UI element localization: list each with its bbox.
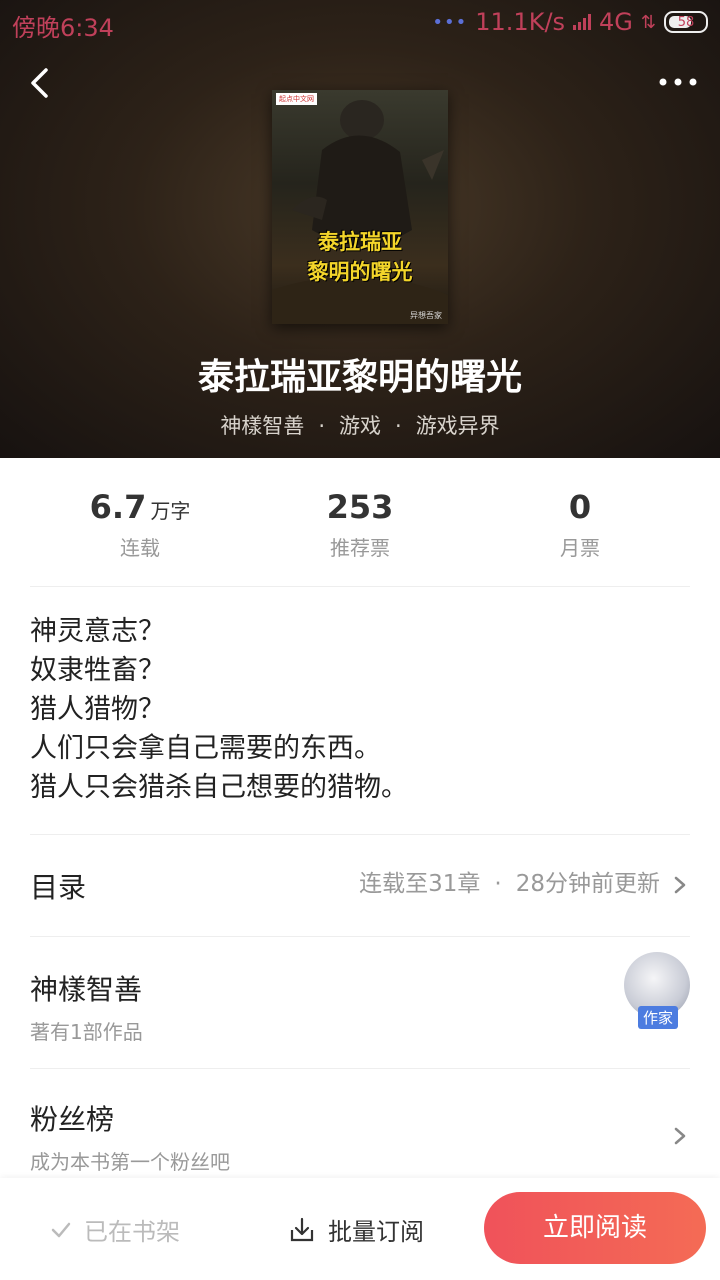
catalog-separator: · (494, 871, 502, 897)
cover-title-line1: 泰拉瑞亚 (318, 229, 402, 254)
battery-icon: 58 (664, 11, 708, 33)
back-icon (31, 68, 48, 98)
book-intro[interactable]: 神灵意志？ 奴隶牲畜？ 猎人猎物？ 人们只会拿自己需要的东西。 猎人只会猎杀自己… (30, 612, 690, 807)
stat-label: 月票 (560, 536, 600, 560)
intro-line: 奴隶牲畜？ (30, 655, 165, 686)
stat-value: 6.7 (89, 488, 147, 526)
network-speed: 11.1K/s (475, 8, 566, 36)
chevron-right-icon (674, 1127, 686, 1145)
divider (30, 1068, 690, 1069)
in-shelf-button[interactable]: 已在书架 (50, 1212, 180, 1247)
status-bar: 傍晚6:34 ••• 11.1K/s 4G ⇅ 58 (0, 0, 720, 46)
intro-line: 猎人猎物？ (30, 694, 165, 725)
more-button[interactable] (658, 70, 698, 94)
stat-value: 0 (568, 488, 592, 526)
meta-separator: · (395, 414, 402, 438)
more-dots-icon: ••• (432, 11, 468, 33)
stat-label: 连载 (120, 536, 160, 560)
divider (30, 834, 690, 835)
back-button[interactable] (24, 66, 58, 100)
more-icon (659, 78, 697, 86)
divider (30, 936, 690, 937)
download-icon (290, 1217, 314, 1241)
chevron-right-icon (674, 876, 686, 894)
catalog-info: 连载至31章 · 28分钟前更新 (359, 866, 660, 902)
status-time: 傍晚6:34 (12, 14, 114, 42)
shelf-label: 已在书架 (84, 1218, 180, 1246)
stat-unit: 万字 (150, 499, 191, 523)
signal-icon (573, 14, 592, 30)
cover-badge: 起点中文网 (276, 93, 317, 105)
author-badge: 作家 (637, 1006, 678, 1029)
check-icon (51, 1222, 71, 1237)
intro-line: 人们只会拿自己需要的东西。 (30, 733, 381, 764)
catalog-status: 连载至31章 (359, 871, 481, 897)
fans-label: 粉丝榜 (30, 1103, 115, 1136)
cover-author: 异想吾家 (410, 311, 442, 320)
stat-word-count: 6.7 万字 连载 (30, 458, 250, 586)
cover-art (272, 100, 448, 324)
intro-line: 神灵意志？ (30, 616, 165, 647)
stat-recommend-votes[interactable]: 253 推荐票 (250, 458, 470, 586)
book-cover[interactable]: 起点中文网 泰拉瑞亚 黎明的曙光 异想吾家 (272, 90, 448, 324)
intro-line: 猎人只会猎杀自己想要的猎物。 (30, 772, 408, 803)
author-row[interactable]: 神樣智善 著有1部作品 作家 (30, 952, 690, 1044)
meta-separator: · (318, 414, 325, 438)
read-now-button[interactable]: 立即阅读 (484, 1192, 706, 1264)
meta-category[interactable]: 游戏 (339, 414, 381, 438)
fans-sub: 成为本书第一个粉丝吧 (30, 1150, 230, 1174)
stat-monthly-votes[interactable]: 0 月票 (470, 458, 690, 586)
author-name: 神樣智善 (30, 973, 143, 1006)
fans-row[interactable]: 粉丝榜 成为本书第一个粉丝吧 (30, 1098, 690, 1174)
battery-level: 58 (677, 14, 695, 30)
catalog-updated: 28分钟前更新 (515, 871, 660, 897)
catalog-row[interactable]: 目录 连载至31章 · 28分钟前更新 (30, 866, 690, 906)
meta-subcategory[interactable]: 游戏异界 (416, 414, 500, 438)
network-type: 4G (599, 8, 633, 36)
book-title: 泰拉瑞亚黎明的曙光 (197, 356, 522, 398)
stat-value: 253 (326, 488, 394, 526)
author-works: 著有1部作品 (30, 1020, 143, 1044)
cover-title-line2: 黎明的曙光 (307, 259, 413, 284)
status-right: ••• 11.1K/s 4G ⇅ 58 (432, 8, 708, 36)
batch-subscribe-button[interactable]: 批量订阅 (288, 1212, 424, 1247)
book-header: 傍晚6:34 ••• 11.1K/s 4G ⇅ 58 起点中文网 泰拉瑞亚 黎明… (0, 0, 720, 458)
book-stats: 6.7 万字 连载 253 推荐票 0 月票 (30, 458, 690, 587)
data-arrows-icon: ⇅ (640, 11, 656, 33)
meta-author[interactable]: 神樣智善 (220, 414, 304, 438)
book-meta: 神樣智善 · 游戏 · 游戏异界 (0, 410, 720, 440)
bottom-action-bar: 已在书架 批量订阅 立即阅读 (0, 1178, 720, 1280)
stat-label: 推荐票 (330, 536, 390, 560)
batch-label: 批量订阅 (328, 1218, 424, 1246)
